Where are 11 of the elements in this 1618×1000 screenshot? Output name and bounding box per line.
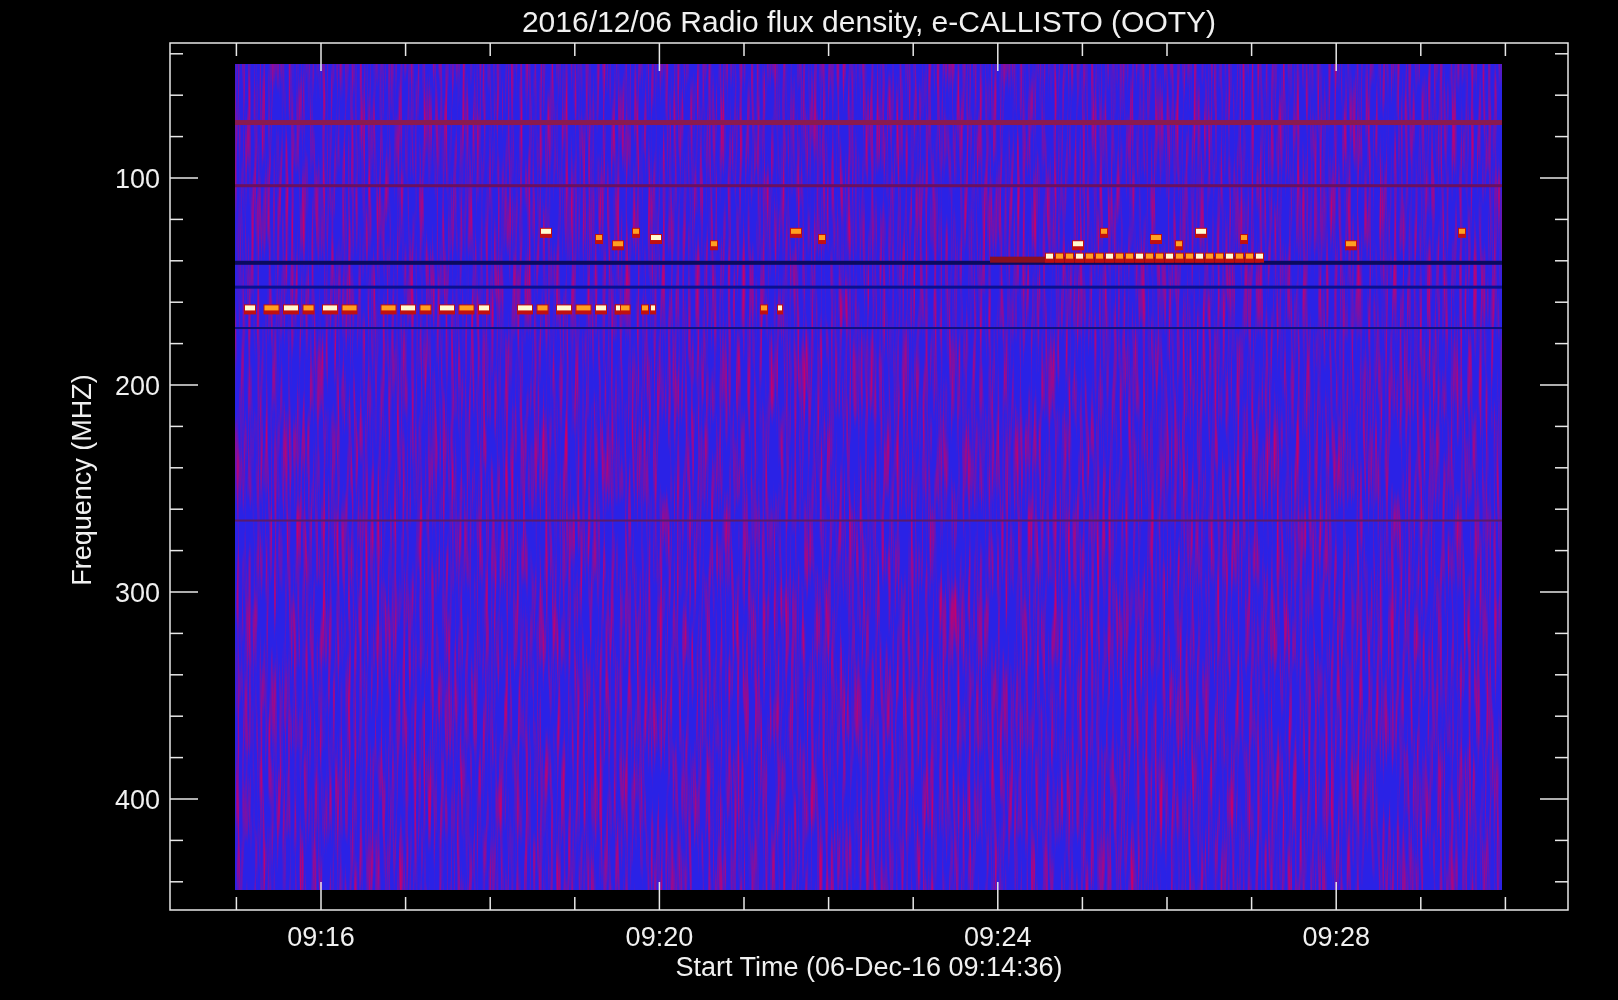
- tick-label: 100: [114, 164, 160, 194]
- axis-title: Frequency (MHZ): [67, 374, 97, 586]
- tick-label: 09:16: [287, 922, 355, 952]
- tick-label: 300: [114, 578, 160, 608]
- tick-label: 09:24: [964, 922, 1032, 952]
- tick-label: 09:20: [625, 922, 694, 952]
- tick-label: 400: [114, 785, 160, 815]
- tick-label: 200: [114, 371, 160, 401]
- tick-label: 09:28: [1302, 922, 1370, 952]
- chart-title: 2016/12/06 Radio flux density, e-CALLISTO (OOTY): [521, 5, 1217, 38]
- axis-title: Start Time (06-Dec-16 09:14:36): [675, 952, 1063, 982]
